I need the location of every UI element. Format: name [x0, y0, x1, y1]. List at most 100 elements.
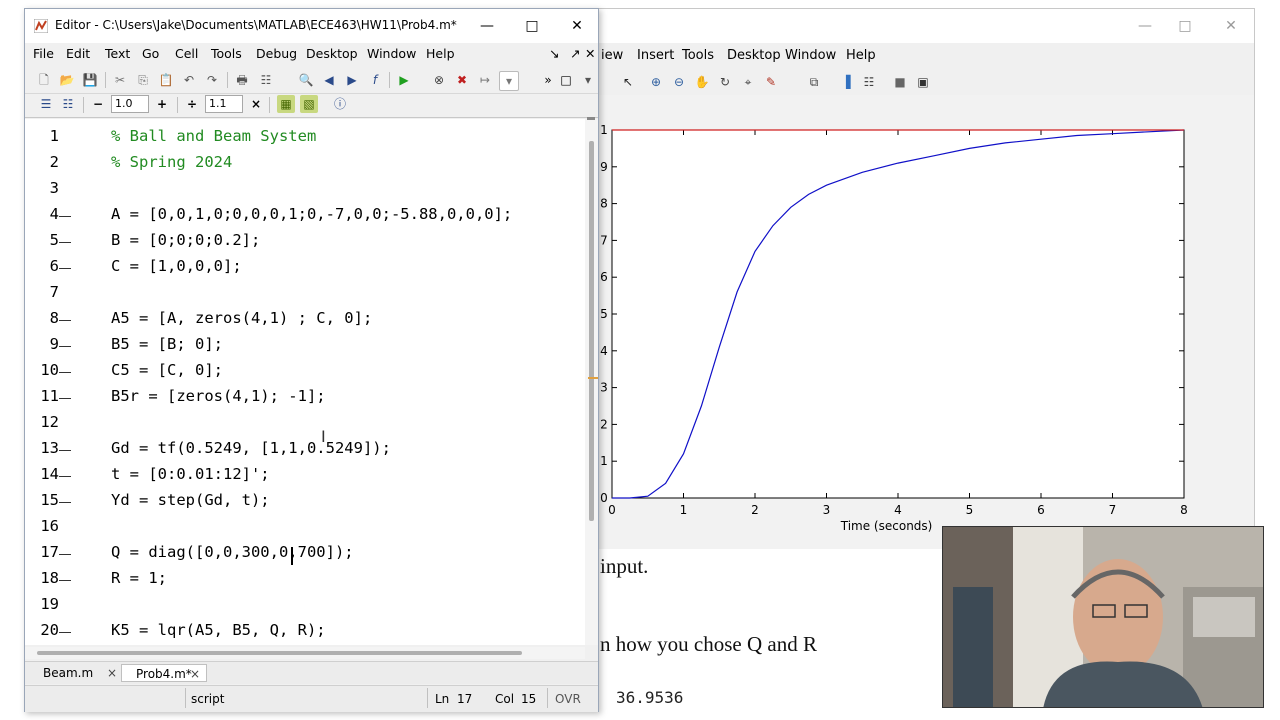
show-cell-titles-icon[interactable]: ▦ [277, 95, 295, 113]
figure-menu-tools[interactable]: Tools [682, 48, 714, 63]
close-document-icon[interactable]: ✕ [585, 46, 595, 61]
executable-line-marker[interactable] [59, 450, 71, 451]
code-line[interactable]: Q = diag([0,0,300,0,700]); [111, 543, 354, 561]
horizontal-scroll-thumb[interactable] [37, 651, 522, 655]
legend-icon[interactable]: ☷ [860, 73, 878, 91]
layout-icon[interactable]: □ [557, 71, 575, 89]
minimize-icon[interactable]: — [1125, 13, 1165, 39]
show-tools-icon[interactable]: ▣ [914, 73, 932, 91]
close-tab-icon[interactable]: × [190, 665, 200, 683]
code-line[interactable]: A = [0,0,1,0;0,0,0,1;0,-7,0,0;-5.88,0,0,… [111, 205, 512, 223]
divide-button[interactable]: ÷ [183, 95, 201, 113]
new-file-icon[interactable]: 🗋 [35, 71, 53, 89]
figure-menu-window[interactable]: Window [785, 48, 836, 63]
pan-icon[interactable]: ✋ [693, 73, 711, 91]
zoom-out-icon[interactable]: ⊖ [670, 73, 688, 91]
menu-window[interactable]: Window [367, 46, 416, 61]
menu-help[interactable]: Help [426, 46, 455, 61]
hide-cell-titles-icon[interactable]: ▧ [300, 95, 318, 113]
executable-line-marker[interactable] [59, 242, 71, 243]
code-line[interactable]: Yd = step(Gd, t); [111, 491, 270, 509]
save-icon[interactable]: 💾 [81, 71, 99, 89]
executable-line-marker[interactable] [59, 346, 71, 347]
figure-menu-help[interactable]: Help [846, 48, 876, 63]
close-icon[interactable]: ✕ [1211, 13, 1251, 39]
menu-cell[interactable]: Cell [175, 46, 198, 61]
code-line[interactable]: B = [0;0;0;0.2]; [111, 231, 260, 249]
hide-tools-icon[interactable]: ■ [891, 73, 909, 91]
executable-line-marker[interactable] [59, 216, 71, 217]
undock-icon[interactable]: ↘ [549, 46, 559, 61]
data-cursor-icon[interactable]: ⌖ [739, 73, 757, 91]
code-line[interactable]: B5 = [B; 0]; [111, 335, 223, 353]
back-icon[interactable]: ◀ [320, 71, 338, 89]
rotate-icon[interactable]: ↻ [716, 73, 734, 91]
breakpoint-icon[interactable]: ⊗ [430, 71, 448, 89]
menu-desktop[interactable]: Desktop [306, 46, 358, 61]
publish-icon[interactable]: ☷ [257, 71, 275, 89]
executable-line-marker[interactable] [59, 398, 71, 399]
menu-debug[interactable]: Debug [256, 46, 297, 61]
print-icon[interactable]: 🖶 [233, 71, 251, 89]
toolbar-overflow-icon[interactable]: » [539, 71, 557, 89]
step-icon[interactable]: ↦ [476, 71, 494, 89]
executable-line-marker[interactable] [59, 320, 71, 321]
brush-icon[interactable]: ✎ [762, 73, 780, 91]
code-line[interactable]: C5 = [C, 0]; [111, 361, 223, 379]
function-icon[interactable]: f [366, 71, 384, 89]
code-line[interactable]: Gd = tf(0.5249, [1,1,0.5249]); [111, 439, 391, 457]
dock-icon[interactable]: ↗ [570, 46, 580, 61]
menu-tools[interactable]: Tools [211, 46, 242, 61]
executable-line-marker[interactable] [59, 632, 71, 633]
evaluate-cell-icon[interactable]: ☷ [59, 95, 77, 113]
paste-icon[interactable]: 📋 [157, 71, 175, 89]
warning-marker[interactable] [588, 377, 598, 379]
colorbar-icon[interactable]: ▐ [837, 73, 855, 91]
code-comment-line[interactable]: % Ball and Beam System [111, 127, 316, 145]
menu-file[interactable]: File [33, 46, 54, 61]
code-line[interactable]: B5r = [zeros(4,1); -1]; [111, 387, 326, 405]
undo-icon[interactable]: ↶ [180, 71, 198, 89]
decrement-button[interactable]: − [89, 95, 107, 113]
code-line[interactable]: K5 = lqr(A5, B5, Q, R); [111, 621, 326, 639]
executable-line-marker[interactable] [59, 372, 71, 373]
executable-line-marker[interactable] [59, 268, 71, 269]
open-file-icon[interactable]: 📂 [58, 71, 76, 89]
stack-dropdown[interactable]: ▾ [499, 71, 519, 91]
executable-line-marker[interactable] [59, 554, 71, 555]
code-line[interactable]: A5 = [A, zeros(4,1) ; C, 0]; [111, 309, 372, 327]
increment-value-field[interactable]: 1.0 [111, 95, 149, 113]
run-icon[interactable]: ▶ [395, 71, 413, 89]
figure-menu-desktop[interactable]: Desktop [727, 48, 781, 63]
minimize-icon[interactable]: — [467, 13, 507, 39]
figure-menu-insert[interactable]: Insert [637, 48, 674, 63]
executable-line-marker[interactable] [59, 476, 71, 477]
close-tab-icon[interactable]: × [107, 664, 117, 682]
multiply-button[interactable]: × [247, 95, 265, 113]
tab-beam[interactable]: Beam.m × [29, 664, 121, 682]
info-icon[interactable]: ⓘ [331, 95, 349, 113]
layout-dropdown-icon[interactable]: ▾ [579, 71, 597, 89]
insert-cell-icon[interactable]: ☰ [37, 95, 55, 113]
pointer-icon[interactable]: ↖ [619, 73, 637, 91]
vertical-scrollbar[interactable] [585, 119, 598, 645]
maximize-icon[interactable]: □ [1165, 13, 1205, 39]
menu-text[interactable]: Text [105, 46, 130, 61]
menu-edit[interactable]: Edit [66, 46, 90, 61]
vertical-scroll-thumb[interactable] [589, 141, 594, 521]
tab-prob4[interactable]: Prob4.m* × [121, 664, 207, 682]
menu-go[interactable]: Go [142, 46, 159, 61]
executable-line-marker[interactable] [59, 502, 71, 503]
figure-menu-view[interactable]: iew [601, 48, 623, 63]
code-line[interactable]: R = 1; [111, 569, 167, 587]
horizontal-scrollbar[interactable] [25, 647, 585, 659]
zoom-in-icon[interactable]: ⊕ [647, 73, 665, 91]
find-icon[interactable]: 🔍 [297, 71, 315, 89]
copy-icon[interactable]: ⎘ [134, 71, 152, 89]
close-icon[interactable]: ✕ [557, 13, 597, 39]
forward-icon[interactable]: ▶ [343, 71, 361, 89]
executable-line-marker[interactable] [59, 580, 71, 581]
code-comment-line[interactable]: % Spring 2024 [111, 153, 232, 171]
cut-icon[interactable]: ✂ [111, 71, 129, 89]
increment-button[interactable]: + [153, 95, 171, 113]
